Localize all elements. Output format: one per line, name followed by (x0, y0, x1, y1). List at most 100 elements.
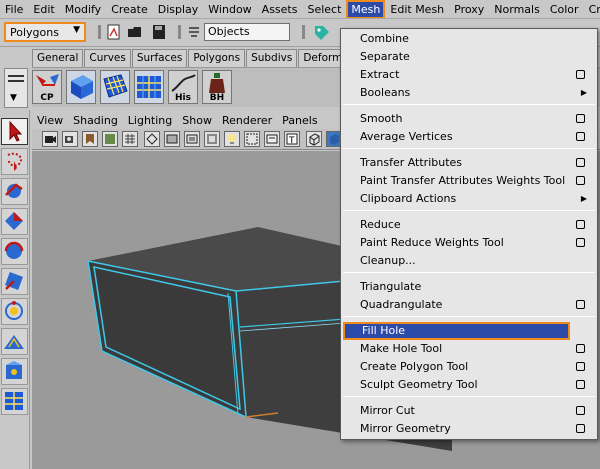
menu-color[interactable]: Color (545, 0, 584, 18)
menu-item-booleans[interactable]: Booleans ▶ (341, 84, 597, 102)
option-box-icon[interactable] (576, 158, 585, 167)
panel-menu-panels[interactable]: Panels (277, 112, 322, 129)
menu-item-mirror-geometry[interactable]: Mirror Geometry (341, 420, 597, 438)
option-box-icon[interactable] (576, 406, 585, 415)
menu-item-extract[interactable]: Extract (341, 66, 597, 84)
menu-item-cleanup[interactable]: Cleanup... (341, 252, 597, 270)
new-scene-icon[interactable] (106, 24, 122, 40)
camera-icon[interactable] (42, 131, 58, 147)
menu-mesh[interactable]: Mesh (346, 0, 386, 18)
menu-item-label: Mirror Cut (360, 404, 415, 417)
soft-modification-button[interactable] (1, 328, 28, 355)
menu-file[interactable]: File (0, 0, 28, 18)
option-box-icon[interactable] (576, 238, 585, 247)
menu-item-quadrangulate[interactable]: Quadrangulate (341, 296, 597, 314)
panel-menu-lighting[interactable]: Lighting (123, 112, 177, 129)
menu-window[interactable]: Window (203, 0, 256, 18)
menu-assets[interactable]: Assets (257, 0, 303, 18)
selection-type-icon[interactable] (313, 24, 329, 40)
universal-manipulator-button[interactable] (1, 298, 28, 325)
select-tool-button[interactable] (1, 118, 28, 145)
shelf-button-split-grid[interactable] (134, 70, 164, 104)
shelf-menu-button[interactable]: ▼ (4, 68, 28, 108)
option-box-icon[interactable] (576, 220, 585, 229)
menu-display[interactable]: Display (153, 0, 204, 18)
menu-item-sculpt-geometry-tool[interactable]: Sculpt Geometry Tool (341, 376, 597, 394)
paint-select-tool-button[interactable] (1, 178, 28, 205)
option-box-icon[interactable] (576, 132, 585, 141)
menu-set-dropdown[interactable]: Polygons ▼ (4, 22, 86, 42)
move-tool-button[interactable] (1, 208, 28, 235)
option-box-icon[interactable] (576, 176, 585, 185)
shelf-tab-surfaces[interactable]: Surfaces (131, 49, 188, 67)
panel-menu-show[interactable]: Show (177, 112, 217, 129)
shelf-button-label: CP (40, 93, 54, 103)
menu-create[interactable]: Create (106, 0, 153, 18)
rotate-tool-button[interactable] (1, 238, 28, 265)
shelf-button-combine[interactable]: CP (32, 70, 62, 104)
shelf-tab-general[interactable]: General (32, 49, 84, 67)
menu-item-fill-hole[interactable]: Fill Hole (343, 322, 570, 340)
selection-mask-field[interactable]: Objects (204, 23, 290, 41)
option-box-icon[interactable] (576, 344, 585, 353)
last-tool-button[interactable] (1, 388, 28, 415)
shelf-tab-curves[interactable]: Curves (84, 49, 131, 67)
shelf-tab-subdivs[interactable]: Subdivs (246, 49, 298, 67)
gate-mask-icon[interactable] (204, 131, 220, 147)
menu-item-reduce[interactable]: Reduce (341, 216, 597, 234)
menu-proxy[interactable]: Proxy (449, 0, 489, 18)
option-box-icon[interactable] (576, 362, 585, 371)
menu-item-label: Quadrangulate (360, 298, 443, 311)
menu-item-average-vertices[interactable]: Average Vertices (341, 128, 597, 146)
option-box-icon[interactable] (576, 114, 585, 123)
safe-action-icon[interactable] (244, 131, 260, 147)
menu-modify[interactable]: Modify (60, 0, 106, 18)
shelf-tab-polygons[interactable]: Polygons (188, 49, 246, 67)
shelf-button-grid[interactable] (100, 70, 130, 104)
selection-mode-icon[interactable] (186, 24, 202, 40)
shelf-button-cube[interactable] (66, 70, 96, 104)
menu-item-transfer-attributes[interactable]: Transfer Attributes (341, 154, 597, 172)
menu-item-triangulate[interactable]: Triangulate (341, 278, 597, 296)
camera-attributes-icon[interactable] (62, 131, 78, 147)
menu-normals[interactable]: Normals (489, 0, 545, 18)
menu-item-smooth[interactable]: Smooth (341, 110, 597, 128)
paint-select-icon (5, 183, 23, 198)
menu-item-combine[interactable]: Combine (341, 30, 597, 48)
resolution-gate-icon[interactable] (184, 131, 200, 147)
option-box-icon[interactable] (576, 424, 585, 433)
lasso-tool-button[interactable] (1, 148, 28, 175)
menu-edit[interactable]: Edit (28, 0, 59, 18)
panel-menu-view[interactable]: View (32, 112, 68, 129)
grid-icon[interactable] (122, 131, 138, 147)
field-chart-icon[interactable]: T (284, 131, 300, 147)
menu-item-separate[interactable]: Separate (341, 48, 597, 66)
light-bulb-icon[interactable] (224, 131, 240, 147)
scale-tool-button[interactable] (1, 268, 28, 295)
option-box-icon[interactable] (576, 70, 585, 79)
menu-item-make-hole-tool[interactable]: Make Hole Tool (341, 340, 597, 358)
bookmark-icon[interactable] (82, 131, 98, 147)
menu-cre[interactable]: Cre (584, 0, 600, 18)
safe-title-icon[interactable] (264, 131, 280, 147)
image-plane-icon[interactable] (102, 131, 118, 147)
menu-item-create-polygon-tool[interactable]: Create Polygon Tool (341, 358, 597, 376)
menu-item-clipboard-actions[interactable]: Clipboard Actions ▶ (341, 190, 597, 208)
open-scene-icon[interactable] (127, 24, 143, 40)
panel-menu-shading[interactable]: Shading (68, 112, 123, 129)
option-box-icon[interactable] (576, 300, 585, 309)
menu-item-paint-reduce-weights-tool[interactable]: Paint Reduce Weights Tool (341, 234, 597, 252)
menu-item-paint-transfer-attributes-weights-tool[interactable]: Paint Transfer Attributes Weights Tool (341, 172, 597, 190)
panel-menu-renderer[interactable]: Renderer (217, 112, 277, 129)
shelf-button-history[interactable]: His (168, 70, 198, 104)
wireframe-icon[interactable] (144, 131, 160, 147)
menu-item-mirror-cut[interactable]: Mirror Cut (341, 402, 597, 420)
option-box-icon[interactable] (576, 380, 585, 389)
save-scene-icon[interactable] (151, 24, 167, 40)
menu-edit-mesh[interactable]: Edit Mesh (385, 0, 449, 18)
show-manipulator-button[interactable] (1, 358, 28, 385)
menu-select[interactable]: Select (302, 0, 346, 18)
film-gate-icon[interactable] (164, 131, 180, 147)
wireframe-cube-icon[interactable] (306, 131, 322, 147)
shelf-button-bottle[interactable]: BH (202, 70, 232, 104)
